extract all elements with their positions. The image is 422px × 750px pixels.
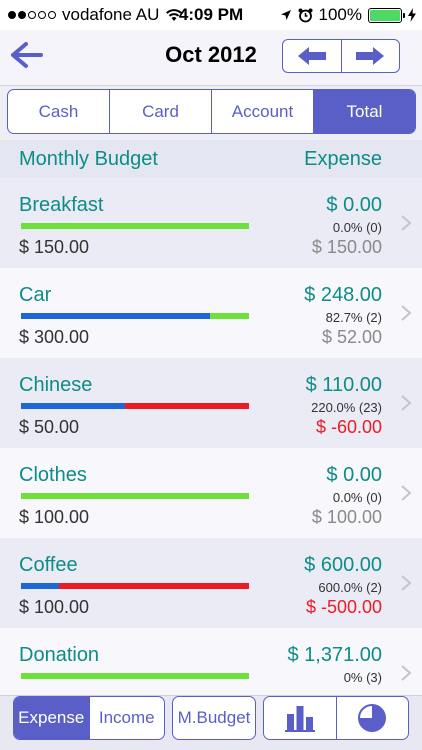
monthly-budget-button[interactable]: M.Budget xyxy=(172,696,256,740)
status-bar: vodafone AU 4:09 PM 100% xyxy=(0,0,422,30)
chevron-right-icon xyxy=(401,485,412,501)
period-navigator xyxy=(282,39,400,73)
category-name: Breakfast xyxy=(19,194,104,216)
budget-row[interactable]: Clothes $ 100.00 $ 0.00 0.0% (0) $ 100.00 xyxy=(0,448,422,538)
budget-row[interactable]: Breakfast $ 150.00 $ 0.00 0.0% (0) $ 150.00 xyxy=(0,178,422,268)
remaining-amount: $ 100.00 xyxy=(311,507,382,527)
expense-toggle-button[interactable]: Expense xyxy=(14,697,89,739)
chevron-right-icon xyxy=(401,665,412,681)
expense-amount: $ 0.00 xyxy=(326,464,382,486)
chevron-right-icon xyxy=(401,575,412,591)
budget-progress-bar xyxy=(21,313,249,319)
expense-percent: 600.0% (2) xyxy=(318,580,382,595)
expense-amount: $ 1,371.00 xyxy=(287,644,382,666)
budget-amount: $ 50.00 xyxy=(19,417,80,437)
list-header: Monthly Budget Expense xyxy=(0,140,422,178)
budget-progress-bar xyxy=(21,673,249,679)
charging-icon xyxy=(408,8,416,22)
tab-account[interactable]: Account xyxy=(211,90,313,133)
expense-percent: 0% (3) xyxy=(343,670,382,685)
next-month-button[interactable] xyxy=(340,40,400,72)
type-toggle: Expense Income xyxy=(13,696,165,740)
previous-month-button[interactable] xyxy=(283,40,341,72)
bar-chart-icon xyxy=(284,706,315,732)
tab-total[interactable]: Total xyxy=(313,90,415,133)
budget-amount: $ 300.00 xyxy=(19,327,90,347)
budget-amount: $ 150.00 xyxy=(19,237,90,257)
account-filter-bar: Cash Card Account Total xyxy=(0,86,422,140)
expense-percent: 0.0% (0) xyxy=(332,220,382,235)
expense-amount: $ 600.00 xyxy=(304,554,382,576)
budget-row[interactable]: Car $ 300.00 $ 248.00 82.7% (2) $ 52.00 xyxy=(0,268,422,358)
budget-amount: $ 100.00 xyxy=(19,597,90,617)
category-name: Coffee xyxy=(19,554,78,576)
budget-progress-bar xyxy=(21,493,249,499)
bottom-toolbar: Expense Income M.Budget xyxy=(0,695,422,750)
category-name: Donation xyxy=(19,644,100,666)
expense-amount: $ 248.00 xyxy=(304,284,382,306)
status-right: 100% xyxy=(280,5,416,25)
category-name: Chinese xyxy=(19,374,93,396)
alarm-icon xyxy=(298,8,313,22)
chevron-right-icon xyxy=(401,395,412,411)
remaining-amount: $ 150.00 xyxy=(311,237,382,257)
budget-progress-bar xyxy=(21,223,249,229)
chart-buttons xyxy=(263,696,409,740)
remaining-amount: $ -60.00 xyxy=(315,417,382,437)
location-icon xyxy=(280,10,291,20)
arrow-left-icon xyxy=(297,47,326,65)
category-name: Clothes xyxy=(19,464,87,486)
account-filter-tabs: Cash Card Account Total xyxy=(7,89,416,134)
bar-chart-button[interactable] xyxy=(264,697,336,739)
expense-heading: Expense xyxy=(304,147,382,170)
budget-row[interactable]: Donation $ 1,371.00 0% (3) xyxy=(0,628,422,695)
income-toggle-button[interactable]: Income xyxy=(88,697,165,739)
budget-progress-bar xyxy=(21,583,249,589)
monthly-budget-heading: Monthly Budget xyxy=(19,147,158,170)
battery-percent: 100% xyxy=(318,5,362,24)
pie-chart-icon xyxy=(358,704,387,732)
chevron-right-icon xyxy=(401,305,412,321)
navigation-bar: Oct 2012 xyxy=(0,30,422,86)
tab-card[interactable]: Card xyxy=(109,90,211,133)
tab-cash[interactable]: Cash xyxy=(8,90,109,133)
expense-percent: 82.7% (2) xyxy=(325,310,382,325)
chevron-right-icon xyxy=(401,215,412,231)
expense-percent: 220.0% (23) xyxy=(311,400,382,415)
remaining-amount: $ -500.00 xyxy=(305,597,382,617)
budget-list: Breakfast $ 150.00 $ 0.00 0.0% (0) $ 150.00 C… xyxy=(0,178,422,695)
category-name: Car xyxy=(19,284,52,306)
budget-progress-bar xyxy=(21,403,249,409)
expense-amount: $ 0.00 xyxy=(326,194,382,216)
expense-percent: 0.0% (0) xyxy=(332,490,382,505)
budget-row[interactable]: Coffee $ 100.00 $ 600.00 600.0% (2) $ -500.0… xyxy=(0,538,422,628)
battery-icon xyxy=(368,7,405,23)
budget-amount: $ 100.00 xyxy=(19,507,90,527)
arrow-right-icon xyxy=(356,47,385,65)
pie-chart-button[interactable] xyxy=(335,697,409,739)
remaining-amount: $ 52.00 xyxy=(321,327,382,347)
expense-amount: $ 110.00 xyxy=(305,374,382,396)
budget-row[interactable]: Chinese $ 50.00 $ 110.00 220.0% (23) $ -60.0… xyxy=(0,358,422,448)
